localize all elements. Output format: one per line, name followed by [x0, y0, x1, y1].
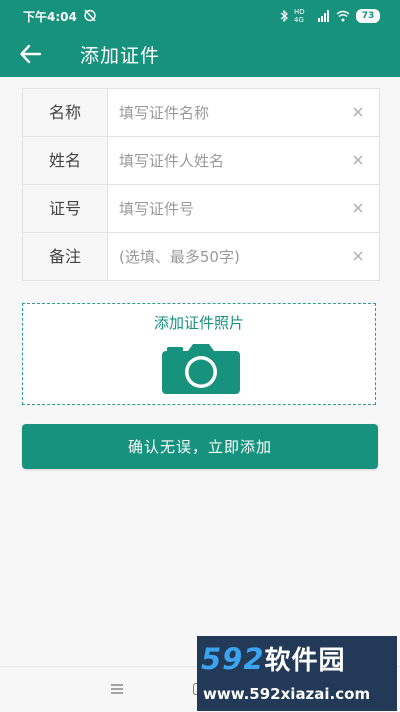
network-label: HD 4G — [294, 8, 305, 24]
close-icon[interactable] — [351, 249, 365, 263]
remark-label: 备注 — [23, 233, 108, 280]
watermark-brand-text: 软件园 — [264, 646, 346, 676]
close-icon[interactable] — [351, 105, 365, 119]
name-row: 名称 — [23, 89, 379, 137]
watermark: 592软件园 www.592xiazai.com — [197, 636, 397, 711]
watermark-brand-number: 592 — [201, 642, 265, 676]
certificate-number-input[interactable] — [119, 197, 339, 221]
name-label: 名称 — [23, 89, 108, 136]
holder-name-input[interactable] — [119, 149, 339, 173]
watermark-url: www.592xiazai.com — [203, 685, 371, 703]
close-icon[interactable] — [351, 153, 365, 167]
certificate-form: 名称 姓名 证号 备注 — [22, 88, 380, 281]
menu-icon[interactable] — [110, 683, 124, 695]
camera-icon — [162, 344, 240, 394]
add-photo-area[interactable]: 添加证件照片 — [22, 303, 376, 405]
arrow-left-icon[interactable] — [18, 41, 44, 67]
status-bar: 下午4:04 HD 4G 73 — [0, 0, 400, 32]
wifi-icon — [336, 10, 350, 22]
number-row: 证号 — [23, 185, 379, 233]
page-title: 添加证件 — [80, 45, 161, 67]
battery-indicator: 73 — [356, 9, 380, 23]
confirm-add-button[interactable]: 确认无误，立即添加 — [22, 424, 378, 469]
status-icons: HD 4G 73 — [280, 8, 380, 24]
holder-row: 姓名 — [23, 137, 379, 185]
holder-label: 姓名 — [23, 137, 108, 184]
add-photo-label: 添加证件照片 — [153, 314, 244, 332]
number-label: 证号 — [23, 185, 108, 232]
bluetooth-icon — [280, 10, 288, 22]
close-icon[interactable] — [351, 201, 365, 215]
remark-input[interactable] — [119, 245, 339, 269]
watermark-logo: 592软件园 — [201, 640, 346, 677]
remark-row: 备注 — [23, 233, 379, 280]
signal-icon — [318, 10, 329, 22]
alarm-off-icon — [84, 9, 96, 22]
app-bar: 添加证件 — [0, 32, 400, 77]
app-header: 下午4:04 HD 4G 73 添加证件 — [0, 0, 400, 77]
status-time: 下午4:04 — [23, 10, 77, 24]
name-input[interactable] — [119, 101, 339, 125]
